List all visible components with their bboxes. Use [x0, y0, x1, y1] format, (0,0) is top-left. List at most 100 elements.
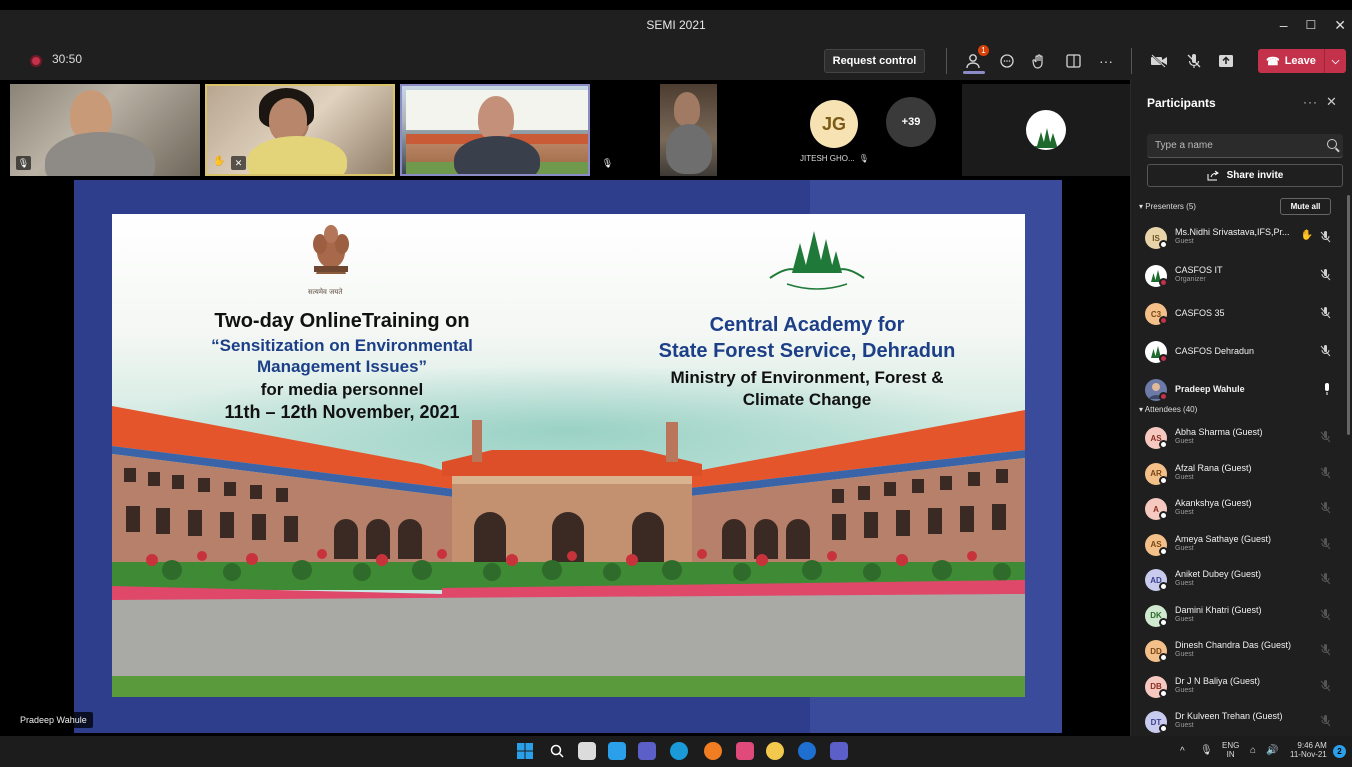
- leave-label: Leave: [1284, 55, 1316, 67]
- mute-all-button[interactable]: Mute all: [1280, 198, 1331, 215]
- chat-button[interactable]: [995, 50, 1019, 72]
- webex-icon[interactable]: [798, 742, 816, 760]
- panel-title: Participants: [1147, 96, 1216, 110]
- mic-off-icon[interactable]: [1320, 679, 1331, 695]
- participants-button[interactable]: 1: [963, 45, 989, 72]
- recording-icon: [30, 55, 42, 67]
- video-tile[interactable]: 🎙: [10, 84, 200, 176]
- presence-indicator: [1159, 653, 1168, 662]
- teams-icon[interactable]: [830, 742, 848, 760]
- start-button[interactable]: [516, 742, 534, 760]
- participant-face: [269, 98, 307, 140]
- slide-subheading: Management Issues”: [256, 357, 428, 376]
- mic-off-icon[interactable]: [1320, 537, 1331, 553]
- mic-icon[interactable]: [1323, 383, 1331, 398]
- mic-off-icon[interactable]: [1320, 307, 1331, 322]
- mic-off-icon[interactable]: [1320, 644, 1331, 659]
- share-screen-icon: [1219, 55, 1233, 67]
- mic-off-icon[interactable]: [1320, 345, 1331, 360]
- camera-button[interactable]: [1147, 50, 1171, 72]
- raise-hand-icon: [1032, 54, 1043, 69]
- network-icon[interactable]: ⌂: [1250, 745, 1256, 756]
- presenters-section-header[interactable]: ▾ Presenters (5): [1139, 202, 1196, 211]
- participant-row[interactable]: CASFOS Dehradun: [1145, 339, 1335, 369]
- participant-name: Damini Khatri (Guest): [1175, 604, 1262, 615]
- video-tile[interactable]: [660, 84, 717, 176]
- share-invite-button[interactable]: Share invite: [1147, 164, 1343, 187]
- participants-badge: 1: [978, 45, 989, 56]
- participant-name: CASFOS 35: [1175, 308, 1225, 318]
- panel-scrollbar[interactable]: [1347, 195, 1350, 435]
- mic-off-icon[interactable]: [1320, 715, 1331, 730]
- participant-row[interactable]: DB Dr J N Baliya (Guest) Guest: [1145, 674, 1335, 704]
- participant-body: [45, 132, 155, 176]
- mic-off-icon[interactable]: [1320, 466, 1331, 482]
- overflow-participants-button[interactable]: +39: [886, 97, 936, 147]
- close-icon[interactable]: ✕: [1326, 94, 1337, 110]
- participant-row[interactable]: DK Damini Khatri (Guest) Guest: [1145, 603, 1335, 633]
- video-tile[interactable]: [400, 84, 590, 176]
- avatar[interactable]: JG: [810, 100, 858, 148]
- mic-tray-icon[interactable]: 🎙: [1200, 745, 1213, 756]
- search-taskbar-button[interactable]: [548, 742, 566, 760]
- rooms-button[interactable]: [1061, 50, 1085, 72]
- casfos-emblem: [769, 231, 865, 290]
- mic-off-icon[interactable]: [1320, 431, 1331, 446]
- reactions-button[interactable]: [1027, 50, 1051, 72]
- widgets-icon[interactable]: [608, 742, 626, 760]
- participant-role: Organizer: [1175, 276, 1206, 283]
- participant-name: Akankshya (Guest): [1175, 498, 1252, 508]
- request-control-button[interactable]: Request control: [824, 49, 925, 73]
- participant-row[interactable]: AD Aniket Dubey (Guest) Guest: [1145, 567, 1335, 597]
- presence-indicator: [1159, 511, 1168, 520]
- close-window-button[interactable]: ✕: [1334, 17, 1346, 34]
- mic-off-icon[interactable]: [1320, 231, 1331, 246]
- participant-name-label: JITESH GHO...: [800, 154, 855, 163]
- participant-role: Guest: [1175, 615, 1194, 623]
- photos-icon[interactable]: [736, 742, 754, 760]
- participant-row[interactable]: AS Abha Sharma (Guest) Guest: [1145, 425, 1335, 455]
- chevron-up-icon[interactable]: ^: [1180, 746, 1185, 757]
- more-actions-button[interactable]: ···: [1094, 50, 1118, 72]
- search-input[interactable]: Type a name: [1147, 134, 1343, 158]
- panel-more-button[interactable]: ···: [1303, 95, 1318, 109]
- maximize-button[interactable]: ☐: [1306, 18, 1317, 32]
- participant-row[interactable]: CASFOS IT Organizer: [1145, 263, 1335, 293]
- participant-row[interactable]: Pradeep Wahule: [1145, 377, 1335, 407]
- task-view-icon[interactable]: [578, 742, 596, 760]
- participant-row[interactable]: A Akankshya (Guest) Guest: [1145, 496, 1335, 526]
- participant-role: Guest: [1175, 686, 1194, 694]
- mic-button[interactable]: [1182, 50, 1206, 72]
- share-button[interactable]: [1214, 50, 1238, 72]
- chrome-icon[interactable]: [766, 742, 784, 760]
- leave-button[interactable]: ☎ Leave ⌵: [1258, 49, 1346, 73]
- search-icon: [1327, 139, 1337, 149]
- participant-row[interactable]: C3 CASFOS 35: [1145, 301, 1335, 331]
- participant-row[interactable]: AS Ameya Sathaye (Guest) Guest: [1145, 532, 1335, 562]
- volume-icon[interactable]: 🔊: [1266, 745, 1278, 756]
- firefox-icon[interactable]: [704, 742, 722, 760]
- clock[interactable]: 9:46 AM 11-Nov-21: [1290, 741, 1327, 759]
- presence-indicator: [1159, 316, 1168, 325]
- leave-dropdown[interactable]: ⌵: [1324, 49, 1346, 73]
- mic-off-icon[interactable]: [1320, 573, 1331, 588]
- slide-ministry: Ministry of Environment, Forest &: [670, 368, 944, 387]
- mic-off-icon[interactable]: [1320, 502, 1331, 517]
- participant-row[interactable]: DD Dinesh Chandra Das (Guest) Guest: [1145, 638, 1335, 668]
- mic-off-icon[interactable]: [1320, 608, 1331, 624]
- video-tile[interactable]: ✋ ✕: [205, 84, 395, 176]
- notification-badge[interactable]: 2: [1333, 745, 1346, 758]
- language-indicator[interactable]: ENG IN: [1222, 741, 1239, 759]
- rooms-icon: [1065, 54, 1081, 68]
- participant-video: [674, 92, 700, 126]
- mic-off-icon[interactable]: [1320, 269, 1331, 284]
- casfos-logo: [1026, 110, 1066, 150]
- teams-chat-icon[interactable]: [638, 742, 656, 760]
- participant-row[interactable]: DT Dr Kulveen Trehan (Guest) Guest: [1145, 709, 1335, 739]
- participant-row[interactable]: AR Afzal Rana (Guest) Guest: [1145, 461, 1335, 491]
- participant-row[interactable]: IS Ms.Nidhi Srivastava,IFS,Pr... Guest ✋: [1145, 225, 1335, 255]
- attendees-section-header[interactable]: ▾ Attendees (40): [1139, 405, 1197, 414]
- minimize-button[interactable]: –: [1280, 17, 1288, 33]
- edge-icon[interactable]: [670, 742, 688, 760]
- slide-ministry: Climate Change: [742, 390, 872, 409]
